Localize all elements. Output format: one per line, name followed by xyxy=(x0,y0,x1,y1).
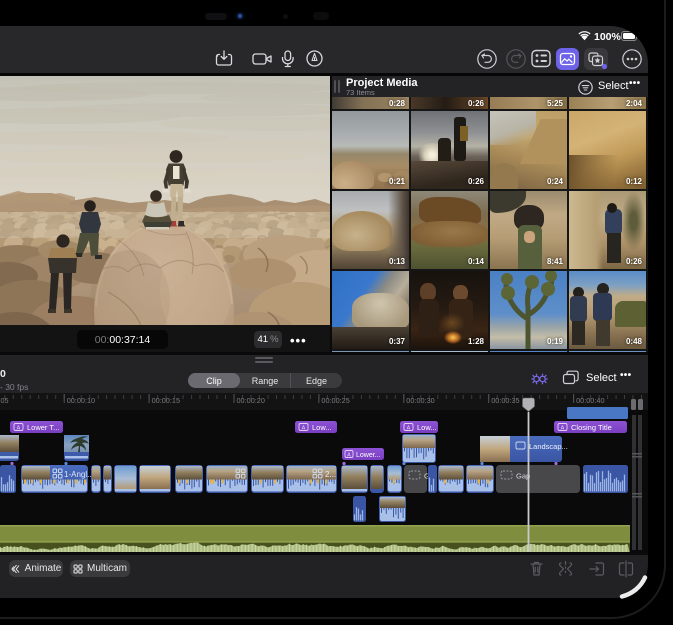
svg-text:Closing Title: Closing Title xyxy=(571,423,612,432)
svg-text:Low...: Low... xyxy=(312,423,332,432)
svg-text:1-Angl...: 1-Angl... xyxy=(64,470,94,479)
svg-text:00:00:35: 00:00:35 xyxy=(491,396,519,405)
svg-text:00:00:40: 00:00:40 xyxy=(576,396,604,405)
svg-text:2...: 2... xyxy=(325,470,336,479)
svg-text:05: 05 xyxy=(1,396,9,405)
svg-text:Lower T...: Lower T... xyxy=(27,423,59,432)
svg-text:A: A xyxy=(561,426,565,432)
svg-text:100%: 100% xyxy=(594,31,622,43)
svg-text:Low...: Low... xyxy=(417,423,437,432)
svg-text:00:00:20: 00:00:20 xyxy=(237,396,265,405)
svg-text:00:00:25: 00:00:25 xyxy=(321,396,349,405)
svg-text:Lower...: Lower... xyxy=(356,452,381,459)
svg-text:A: A xyxy=(17,426,21,432)
svg-text:A: A xyxy=(407,426,411,432)
svg-text:Landscap...: Landscap... xyxy=(529,442,568,451)
svg-text:A: A xyxy=(302,426,306,432)
svg-text:00:00:15: 00:00:15 xyxy=(152,396,180,405)
svg-text:A: A xyxy=(347,453,351,459)
svg-text:00:00:30: 00:00:30 xyxy=(406,396,434,405)
svg-text:00:00:10: 00:00:10 xyxy=(67,396,95,405)
